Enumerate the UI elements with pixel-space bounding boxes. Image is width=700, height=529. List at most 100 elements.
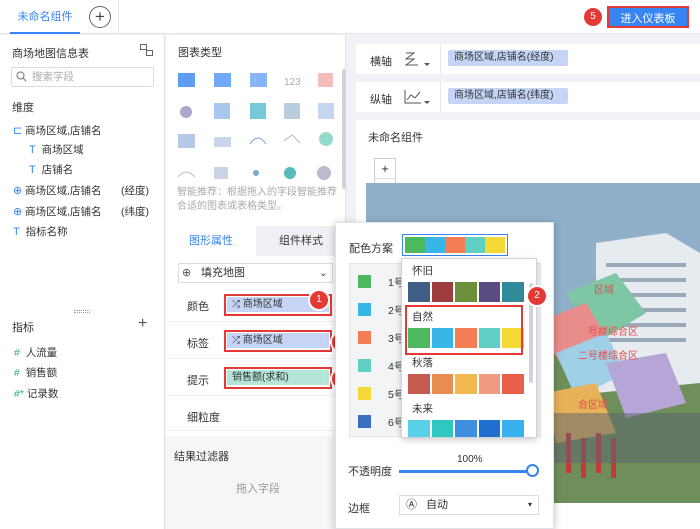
- palette-name: 秋落: [412, 357, 433, 369]
- field-item[interactable]: #* 记录数: [14, 386, 58, 401]
- prop-label: 提示: [187, 375, 209, 387]
- prop-row-granularity: 细粒度: [166, 397, 346, 431]
- hash-icon: #: [14, 367, 20, 379]
- palette-option[interactable]: 未来: [408, 401, 526, 437]
- opacity-label: 不透明度: [348, 466, 392, 478]
- color-swatch: [358, 415, 371, 428]
- highlight-natural-palette: [405, 305, 523, 355]
- axis-type-icon[interactable]: [404, 51, 430, 70]
- resize-handle[interactable]: [74, 310, 90, 313]
- field-item[interactable]: # 人流量: [14, 345, 57, 360]
- scrollbar[interactable]: [342, 69, 346, 189]
- field-item[interactable]: ⊕ 商场区域,店铺名 (纬度): [13, 204, 163, 219]
- add-tab-icon[interactable]: +: [89, 6, 111, 28]
- tab-component[interactable]: 未命名组件: [10, 0, 80, 34]
- color-swatch: [408, 282, 430, 302]
- field-item[interactable]: T 商场区域: [29, 142, 84, 157]
- auto-icon: Ⓐ: [406, 499, 417, 511]
- y-axis-row: 纵轴 商场区域,店铺名(纬度): [356, 82, 700, 112]
- color-swatch: [445, 237, 465, 253]
- opacity-slider-handle[interactable]: [526, 464, 539, 477]
- field-item[interactable]: # 销售额: [14, 365, 57, 380]
- top-bar: 未命名组件 + 5 进入仪表板: [0, 0, 700, 34]
- color-swatch: [465, 237, 485, 253]
- field-item[interactable]: ⊏ 商场区域,店铺名: [13, 123, 102, 138]
- field-item[interactable]: T 店铺名: [29, 162, 73, 177]
- search-input[interactable]: 搜索字段: [11, 67, 154, 87]
- smart-tip: 智能推荐：根据拖入的字段智能推荐合适的图表或表格类型。: [177, 187, 337, 212]
- field-pill[interactable]: ⤮ 商场区域: [227, 333, 329, 348]
- filter-section: 结果过滤器 拖入字段: [166, 436, 346, 529]
- prop-row-tooltip: 提示 销售额(求和): [166, 360, 346, 396]
- step-badge-1: 1: [310, 291, 328, 309]
- prop-label: 颜色: [187, 301, 209, 313]
- drag-hint[interactable]: 拖入字段: [236, 480, 280, 496]
- y-axis-field-pill[interactable]: 商场区域,店铺名(纬度): [448, 88, 568, 104]
- palette-swatches: [408, 420, 526, 437]
- label-field-slot[interactable]: ⤮ 商场区域: [224, 330, 332, 352]
- svg-text:号楼综合区: 号楼综合区: [588, 325, 638, 338]
- tab-graph-attributes[interactable]: 图形属性: [166, 226, 256, 256]
- globe-icon: ⊕: [13, 185, 23, 197]
- axis-type-icon[interactable]: [404, 89, 430, 108]
- color-swatch: [358, 275, 371, 288]
- shuffle-icon: ⤮: [232, 335, 240, 346]
- border-select[interactable]: 自动 ▾ Ⓐ: [399, 495, 539, 515]
- color-swatch: [431, 282, 454, 302]
- add-measure-icon[interactable]: +: [138, 315, 147, 333]
- field-item[interactable]: ⊕ 商场区域,店铺名 (经度): [13, 183, 163, 198]
- tab-component-style[interactable]: 组件样式: [256, 226, 346, 256]
- measure-title: 指标: [12, 322, 34, 334]
- palette-name: 怀旧: [412, 265, 433, 277]
- field-pill[interactable]: 销售额(求和): [227, 370, 329, 385]
- scheme-select[interactable]: [402, 234, 508, 256]
- color-swatch: [358, 359, 371, 372]
- search-icon: [16, 71, 27, 85]
- divider: [440, 82, 441, 112]
- divider: [118, 0, 119, 34]
- chevron-down-icon: ⌄: [318, 267, 328, 279]
- color-swatch: [455, 374, 477, 394]
- palette-option[interactable]: 秋落: [408, 355, 526, 394]
- palette-option[interactable]: 怀旧: [408, 263, 526, 302]
- palette-swatches: [408, 282, 526, 302]
- dataset-title: 商场地图信息表: [12, 48, 89, 60]
- hash-star-icon: #*: [14, 388, 24, 400]
- tooltip-field-slot[interactable]: 销售额(求和): [224, 367, 332, 389]
- color-swatch: [502, 282, 524, 302]
- hierarchy-icon: ⊏: [13, 125, 23, 137]
- scheme-swatches: [405, 237, 505, 253]
- x-axis-label: 横轴: [370, 56, 392, 68]
- color-swatch: [455, 420, 477, 437]
- text-icon: T: [13, 226, 20, 238]
- divider: [440, 44, 441, 74]
- palette-swatches: [408, 374, 526, 394]
- hash-icon: #: [14, 347, 20, 359]
- prop-row-label: 标签 ⤮ 商场区域: [166, 323, 346, 359]
- opacity-slider-track[interactable]: [399, 470, 534, 473]
- prop-label: 细粒度: [187, 412, 220, 424]
- svg-text:合区域: 合区域: [578, 398, 608, 411]
- switch-dataset-icon[interactable]: [140, 44, 153, 56]
- color-swatch: [455, 282, 477, 302]
- color-swatch: [405, 237, 425, 253]
- globe-icon: ⊕: [182, 267, 192, 279]
- opacity-value: 100%: [457, 454, 483, 465]
- field-item[interactable]: T 指标名称: [13, 224, 68, 239]
- canvas-title: 未命名组件: [368, 132, 423, 144]
- color-swatch: [431, 374, 454, 394]
- y-axis-label: 纵轴: [370, 94, 392, 106]
- map-type-select[interactable]: 填充地图 ⌄: [178, 263, 333, 283]
- dimension-title: 维度: [12, 102, 34, 114]
- svg-text:二号楼综合区: 二号楼综合区: [578, 349, 638, 362]
- color-swatch: [478, 420, 501, 437]
- shuffle-icon: ⤮: [232, 299, 240, 310]
- border-label: 边框: [348, 503, 370, 515]
- color-swatch: [425, 237, 445, 253]
- enter-dashboard-button[interactable]: 进入仪表板: [607, 6, 689, 28]
- zoom-in-button[interactable]: +: [375, 159, 395, 179]
- color-swatch: [485, 237, 505, 253]
- svg-text:区域: 区域: [594, 283, 614, 296]
- x-axis-field-pill[interactable]: 商场区域,店铺名(经度): [448, 50, 568, 66]
- color-swatch: [478, 282, 501, 302]
